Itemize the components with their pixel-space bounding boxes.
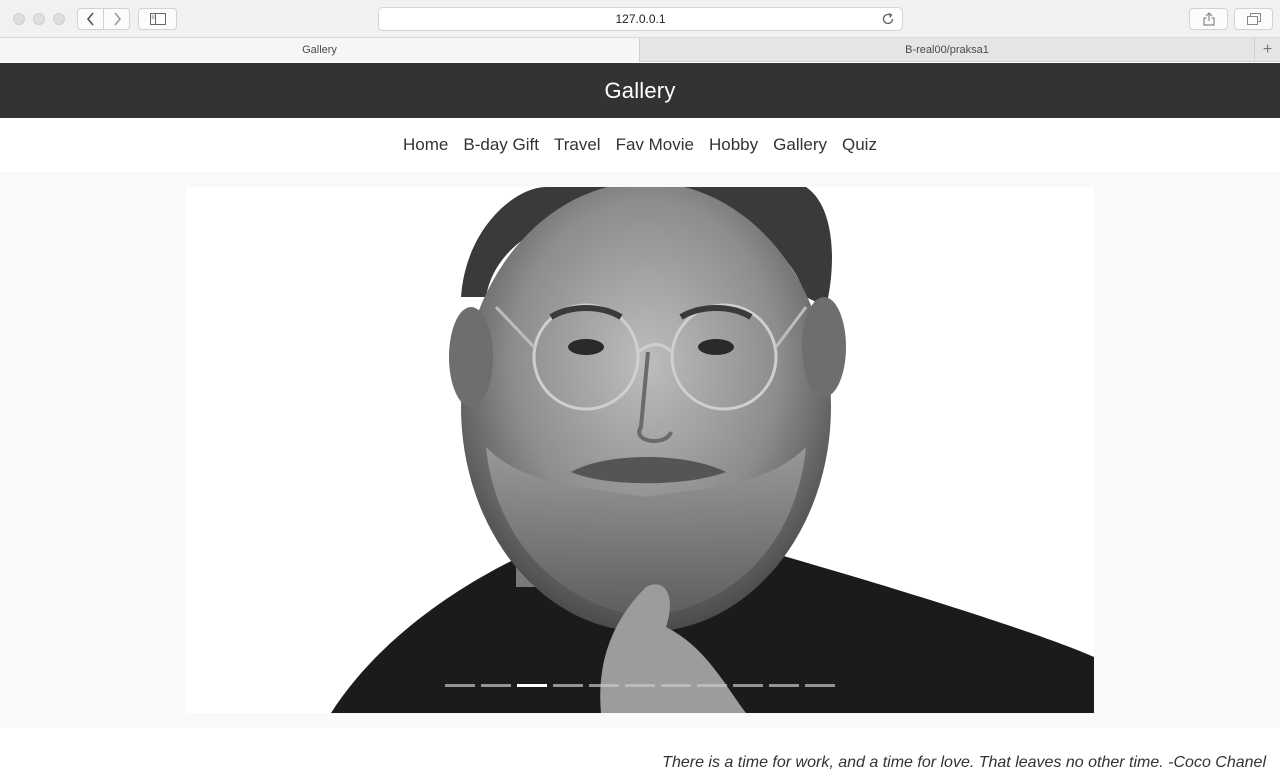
- carousel-indicator[interactable]: [805, 684, 835, 687]
- plus-icon: +: [1262, 41, 1273, 58]
- nav-hobby[interactable]: Hobby: [709, 135, 758, 155]
- back-button[interactable]: [77, 8, 104, 30]
- browser-toolbar: 127.0.0.1: [0, 0, 1280, 38]
- zoom-window-button[interactable]: [53, 13, 65, 25]
- portrait-image: [331, 187, 1094, 713]
- carousel-indicators: [186, 684, 1094, 687]
- page-title: Gallery: [604, 77, 676, 103]
- tab-b-real00-praksa1[interactable]: B-real00/praksa1: [639, 38, 1254, 62]
- carousel-indicator[interactable]: [589, 684, 619, 687]
- main-nav: Home B-day Gift Travel Fav Movie Hobby G…: [0, 118, 1280, 172]
- nav-fav-movie[interactable]: Fav Movie: [616, 135, 694, 155]
- minimize-window-button[interactable]: [33, 13, 45, 25]
- tab-gallery[interactable]: Gallery: [0, 38, 639, 62]
- nav-gallery[interactable]: Gallery: [773, 135, 827, 155]
- tab-label: Gallery: [302, 44, 337, 56]
- chevron-right-icon: [113, 12, 121, 26]
- carousel-indicator[interactable]: [697, 684, 727, 687]
- tab-bar: Gallery B-real00/praksa1 +: [0, 38, 1280, 62]
- chevron-left-icon: [86, 12, 94, 26]
- forward-button[interactable]: [103, 8, 130, 30]
- share-icon: [1202, 12, 1215, 26]
- new-tab-button[interactable]: +: [1254, 38, 1280, 62]
- nav-bday-gift[interactable]: B-day Gift: [463, 135, 539, 155]
- tabs-overview-icon: [1246, 13, 1261, 25]
- share-button[interactable]: [1189, 8, 1228, 30]
- carousel-indicator[interactable]: [769, 684, 799, 687]
- page-header: Gallery: [0, 63, 1280, 118]
- sidebar-icon: [149, 13, 166, 25]
- carousel-indicator[interactable]: [661, 684, 691, 687]
- sidebar-button[interactable]: [138, 8, 177, 30]
- url-text: 127.0.0.1: [615, 12, 666, 26]
- carousel-indicator[interactable]: [625, 684, 655, 687]
- carousel-indicator[interactable]: [445, 684, 475, 687]
- carousel-indicator[interactable]: [517, 684, 547, 687]
- reload-icon[interactable]: [880, 11, 896, 27]
- close-window-button[interactable]: [13, 13, 25, 25]
- address-bar[interactable]: 127.0.0.1: [378, 7, 903, 31]
- nav-home[interactable]: Home: [403, 135, 448, 155]
- nav-quiz[interactable]: Quiz: [842, 135, 877, 155]
- show-tabs-button[interactable]: [1234, 8, 1273, 30]
- carousel-indicator[interactable]: [733, 684, 763, 687]
- footer-quote: There is a time for work, and a time for…: [662, 754, 1266, 771]
- carousel-indicator[interactable]: [481, 684, 511, 687]
- carousel-indicator[interactable]: [553, 684, 583, 687]
- image-carousel[interactable]: [186, 187, 1094, 713]
- nav-travel[interactable]: Travel: [554, 135, 601, 155]
- tab-label: B-real00/praksa1: [905, 44, 989, 56]
